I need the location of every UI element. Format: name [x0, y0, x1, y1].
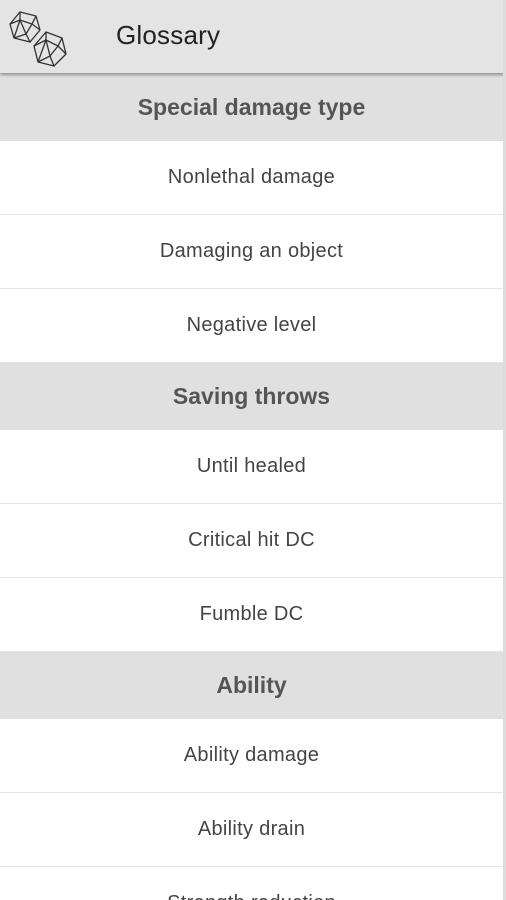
list-item[interactable]: Until healed	[0, 430, 503, 504]
list-item[interactable]: Strength reduction	[0, 867, 503, 900]
list-item[interactable]: Ability drain	[0, 793, 503, 867]
list-item[interactable]: Ability damage	[0, 719, 503, 793]
list-item[interactable]: Fumble DC	[0, 578, 503, 652]
page-title: Glossary	[116, 20, 221, 50]
section-ability: Ability Ability damage Ability drain Str…	[0, 652, 503, 900]
section-saving-throws: Saving throws Until healed Critical hit …	[0, 363, 503, 652]
app-root: Glossary Special damage type Nonlethal d…	[0, 0, 506, 900]
list-item[interactable]: Critical hit DC	[0, 504, 503, 578]
list-item[interactable]: Damaging an object	[0, 215, 503, 289]
section-header: Special damage type	[0, 73, 503, 141]
toolbar: Glossary	[0, 0, 506, 73]
list-item[interactable]: Negative level	[0, 289, 503, 363]
glossary-list: Special damage type Nonlethal damage Dam…	[0, 73, 503, 900]
section-special-damage-type: Special damage type Nonlethal damage Dam…	[0, 73, 503, 363]
section-header: Ability	[0, 652, 503, 719]
section-header: Saving throws	[0, 363, 503, 430]
list-item[interactable]: Nonlethal damage	[0, 141, 503, 215]
dice-icon[interactable]	[6, 8, 70, 68]
